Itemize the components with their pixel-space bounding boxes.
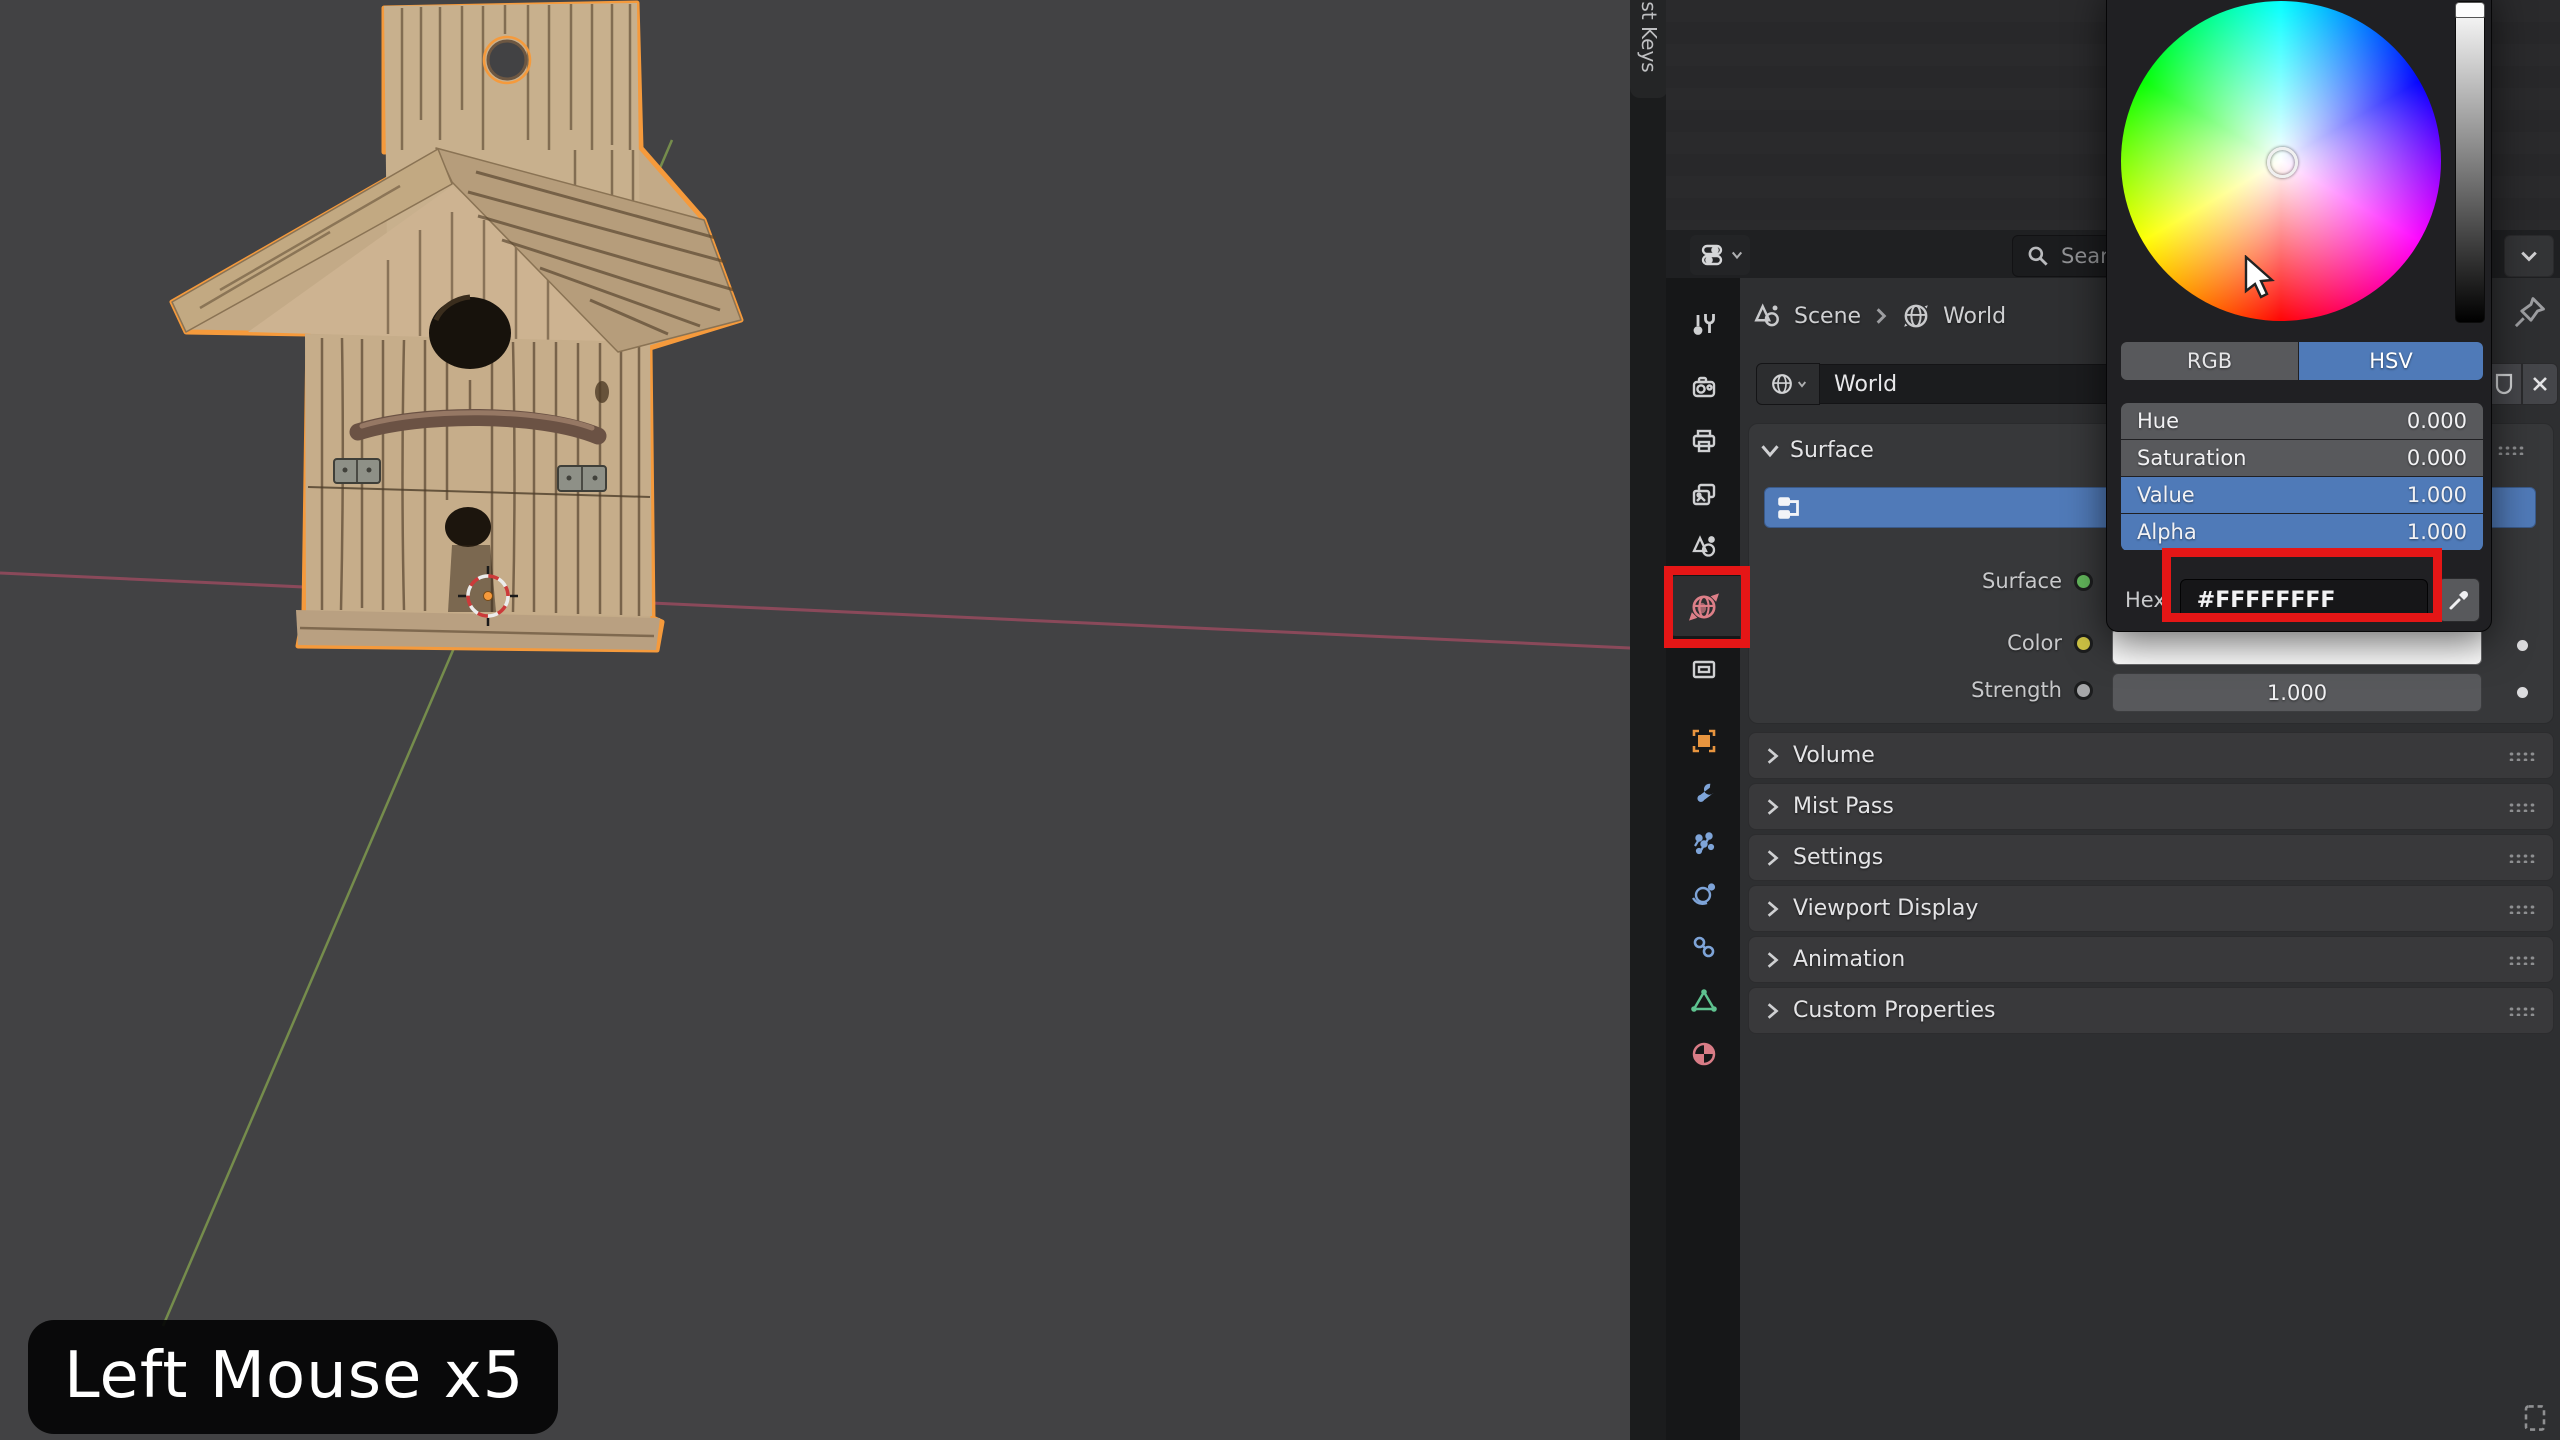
mouse-cursor [2242, 255, 2282, 303]
color-row-label: Color [1900, 631, 2062, 655]
tab-constraints[interactable] [1681, 924, 1727, 970]
node-icon [1775, 493, 1805, 523]
surface-socket-dot [2074, 572, 2093, 591]
panel-settings[interactable]: Settings [1748, 834, 2554, 881]
chevron-right-icon [1763, 747, 1781, 765]
surface-panel-title: Surface [1790, 438, 1874, 463]
chevron-right-icon [1763, 900, 1781, 918]
header-options-button[interactable] [2504, 235, 2554, 277]
scene-icon [1752, 301, 1782, 331]
panel-grip-handle[interactable] [2508, 802, 2535, 812]
eyedropper-button[interactable] [2438, 578, 2480, 622]
tab-collection[interactable] [1681, 646, 1727, 692]
tab-physics[interactable] [1681, 871, 1727, 917]
properties-editor-icon [1698, 241, 1728, 269]
world-browse-button[interactable] [1756, 363, 1820, 405]
chevron-down-icon [2520, 250, 2538, 262]
chevron-right-icon [1763, 849, 1781, 867]
saturation-slider[interactable]: Saturation 0.000 [2121, 440, 2483, 476]
panel-mist-pass[interactable]: Mist Pass [1748, 783, 2554, 830]
value-slider-row[interactable]: Value 1.000 [2121, 477, 2483, 513]
value-slider-handle[interactable] [2455, 2, 2485, 18]
color-socket-dot [2074, 634, 2093, 653]
highlight-hex-field [2162, 548, 2442, 622]
breadcrumb: Scene World [1752, 298, 2006, 334]
wood-knot [595, 381, 609, 403]
birdhouse-model [172, 3, 741, 650]
panel-grip-handle[interactable] [2508, 1006, 2535, 1016]
tab-object[interactable] [1681, 718, 1727, 764]
shield-icon [2494, 372, 2514, 396]
search-icon [2025, 243, 2051, 269]
alpha-slider[interactable]: Alpha 1.000 [2121, 514, 2483, 550]
axis-x-line [0, 573, 1630, 648]
tab-output[interactable] [1681, 418, 1727, 464]
panel-grip-handle[interactable] [2508, 955, 2535, 965]
color-swatch-field[interactable] [2112, 627, 2482, 665]
chevron-down-icon [1731, 250, 1743, 260]
breadcrumb-world[interactable]: World [1943, 304, 2006, 329]
eyedropper-icon [2447, 588, 2471, 612]
world-icon [1769, 371, 1795, 397]
chevron-right-icon [1763, 1002, 1781, 1020]
unlink-button[interactable] [2522, 363, 2558, 405]
chevron-down-icon [1760, 442, 1780, 458]
viewport-sidebar-strip [1630, 0, 1666, 1440]
pin-icon [2508, 292, 2550, 334]
tab-tool[interactable] [1681, 301, 1727, 347]
chevron-down-icon [1797, 380, 1807, 389]
hinge-left [334, 459, 380, 483]
breadcrumb-separator-icon [1873, 306, 1889, 326]
chevron-right-icon [1763, 951, 1781, 969]
tab-view-layer[interactable] [1681, 472, 1727, 518]
panel-grip-handle[interactable] [2508, 853, 2535, 863]
tab-modifiers[interactable] [1681, 770, 1727, 816]
editor-type-button[interactable] [1690, 235, 1750, 275]
panel-custom-properties[interactable]: Custom Properties [1748, 987, 2554, 1034]
hinge-right [558, 466, 606, 491]
sidebar-tab-last-keys[interactable]: Last Keys [1630, 0, 1668, 98]
chevron-right-icon [1763, 798, 1781, 816]
world-icon [1901, 301, 1931, 331]
panel-grip-handle[interactable] [2508, 751, 2535, 761]
color-keyframe-dot[interactable] [2516, 639, 2529, 652]
viewport-scene [0, 0, 1630, 1440]
tab-rgb[interactable]: RGB [2121, 342, 2298, 380]
pin-id-button[interactable] [2508, 292, 2550, 334]
hex-label: Hex [2125, 588, 2166, 612]
corner-resize-icon [2518, 1400, 2552, 1436]
strength-socket-dot [2074, 681, 2093, 700]
blender-window: Left Mouse x5 Last Keys Search [0, 0, 2560, 1440]
strength-slider[interactable]: 1.000 [2112, 673, 2482, 712]
tab-particles[interactable] [1681, 821, 1727, 867]
strength-row-label: Strength [1900, 678, 2062, 702]
lower-hole [445, 507, 491, 547]
close-icon [2531, 375, 2549, 393]
hang-hole [488, 41, 526, 79]
tab-object-data[interactable] [1681, 978, 1727, 1024]
hue-slider[interactable]: Hue 0.000 [2121, 403, 2483, 439]
tab-render[interactable] [1681, 365, 1727, 411]
value-slider[interactable] [2455, 1, 2485, 323]
viewport-3d[interactable]: Left Mouse x5 [0, 0, 1630, 1440]
panel-animation[interactable]: Animation [1748, 936, 2554, 983]
panel-grip-handle[interactable] [2508, 904, 2535, 914]
panel-grip-handle[interactable] [2497, 445, 2524, 455]
tab-hsv[interactable]: HSV [2299, 342, 2483, 380]
tab-scene[interactable] [1681, 524, 1727, 570]
color-wheel-cursor[interactable] [2267, 147, 2298, 178]
color-picker-popup: RGB HSV Hue 0.000 Saturation 0.000 Value… [2106, 0, 2492, 632]
panel-volume[interactable]: Volume [1748, 732, 2554, 779]
highlight-world-tab [1664, 566, 1750, 648]
panel-viewport-display[interactable]: Viewport Display [1748, 885, 2554, 932]
hsv-sliders: Hue 0.000 Saturation 0.000 Value 1.000 A… [2121, 403, 2483, 551]
strength-keyframe-dot[interactable] [2516, 686, 2529, 699]
screencast-key-label: Left Mouse x5 [28, 1320, 558, 1434]
tab-texture[interactable] [1681, 1031, 1727, 1077]
surface-row-label: Surface [1900, 569, 2062, 593]
breadcrumb-scene[interactable]: Scene [1794, 304, 1861, 329]
